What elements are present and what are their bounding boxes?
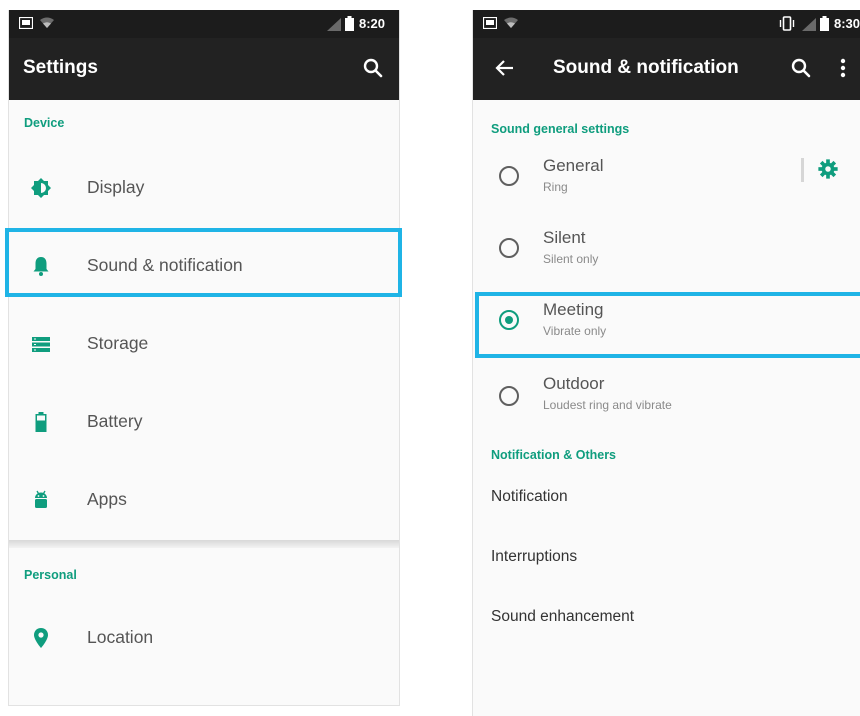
settings-item-label: Storage xyxy=(87,333,149,353)
settings-item-label: Apps xyxy=(87,489,127,509)
status-time: 8:20 xyxy=(359,16,386,31)
radio-button[interactable] xyxy=(499,386,519,406)
profile-item-silent[interactable]: Silent Silent only xyxy=(473,224,860,296)
screenshot-canvas: 8:20 Settings Device Display Sound & not… xyxy=(0,0,860,716)
settings-item-label: Location xyxy=(87,627,154,647)
status-bar: 8:30 xyxy=(473,10,860,38)
settings-item-battery[interactable]: Battery xyxy=(9,392,399,452)
battery-icon xyxy=(820,16,829,31)
signal-icon xyxy=(802,18,816,31)
radio-button-selected[interactable] xyxy=(499,310,519,330)
profile-item-general[interactable]: General Ring xyxy=(473,146,860,218)
list-item-interruptions[interactable]: Interruptions xyxy=(491,548,577,566)
search-icon[interactable] xyxy=(361,56,385,80)
radio-button[interactable] xyxy=(499,238,519,258)
divider xyxy=(801,158,804,182)
settings-item-sound-notification[interactable]: Sound & notification xyxy=(9,236,399,296)
sound-notification-screen: 8:30 Sound & notification Sound general … xyxy=(472,10,860,716)
brightness-icon xyxy=(31,178,51,198)
status-bar: 8:20 xyxy=(9,10,399,38)
section-header-personal: Personal xyxy=(24,568,77,582)
profile-name: Meeting xyxy=(543,300,604,319)
screenshot-icon xyxy=(483,17,497,29)
profile-name: Outdoor xyxy=(543,374,605,393)
location-pin-icon xyxy=(34,628,48,648)
section-header-sound-general: Sound general settings xyxy=(491,122,630,136)
profile-item-outdoor[interactable]: Outdoor Loudest ring and vibrate xyxy=(473,372,860,444)
status-time: 8:30 xyxy=(834,16,860,31)
list-item-notification[interactable]: Notification xyxy=(491,488,568,506)
settings-item-apps[interactable]: Apps xyxy=(9,470,399,530)
profile-item-meeting[interactable]: Meeting Vibrate only xyxy=(473,300,860,372)
signal-icon xyxy=(327,18,341,31)
storage-icon xyxy=(32,337,50,352)
wifi-icon xyxy=(40,17,54,28)
radio-button[interactable] xyxy=(499,166,519,186)
more-vert-icon[interactable] xyxy=(837,56,849,80)
settings-item-label: Sound & notification xyxy=(87,255,243,275)
profile-settings-button[interactable] xyxy=(801,152,841,188)
page-title: Settings xyxy=(23,57,98,78)
search-icon[interactable] xyxy=(789,56,813,80)
battery-icon xyxy=(345,16,354,31)
app-bar: Settings xyxy=(9,38,399,100)
section-header-device: Device xyxy=(24,116,65,130)
profile-subtitle: Silent only xyxy=(543,252,599,266)
section-header-notification-others: Notification & Others xyxy=(491,448,617,462)
profile-subtitle: Ring xyxy=(543,180,568,194)
back-arrow-icon[interactable] xyxy=(493,56,517,80)
profile-subtitle: Loudest ring and vibrate xyxy=(543,398,672,412)
profile-name: General xyxy=(543,156,604,175)
app-bar: Sound & notification xyxy=(473,38,860,100)
settings-item-display[interactable]: Display xyxy=(9,158,399,218)
bell-icon xyxy=(33,257,49,276)
android-icon xyxy=(35,490,47,508)
settings-screen: 8:20 Settings Device Display Sound & not… xyxy=(8,10,400,706)
settings-item-label: Display xyxy=(87,177,145,197)
section-divider xyxy=(9,540,399,548)
screenshot-icon xyxy=(19,17,33,29)
profile-name: Silent xyxy=(543,228,586,247)
settings-item-label: Battery xyxy=(87,411,143,431)
wifi-icon xyxy=(504,17,518,28)
settings-item-storage[interactable]: Storage xyxy=(9,314,399,374)
gear-icon xyxy=(818,159,838,179)
page-title: Sound & notification xyxy=(553,57,739,78)
vibrate-icon xyxy=(779,16,795,31)
profile-subtitle: Vibrate only xyxy=(543,324,607,338)
battery-icon xyxy=(35,412,47,432)
settings-item-location[interactable]: Location xyxy=(9,608,399,668)
list-item-sound-enhancement[interactable]: Sound enhancement xyxy=(491,608,634,626)
